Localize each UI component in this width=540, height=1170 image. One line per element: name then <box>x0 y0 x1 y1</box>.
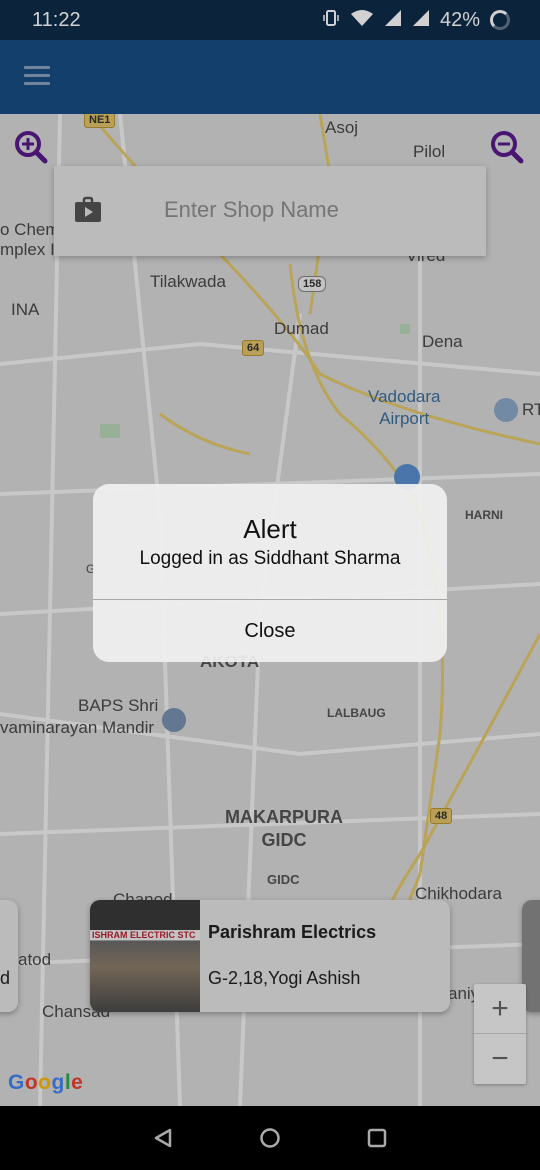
alert-title: Alert <box>243 514 297 544</box>
alert-dialog: Alert Logged in as Siddhant Sharma Close <box>93 484 447 662</box>
system-nav-bar <box>0 1106 540 1170</box>
alert-message: Logged in as Siddhant Sharma <box>139 548 401 569</box>
recents-icon[interactable] <box>357 1118 397 1158</box>
alert-close-button[interactable]: Close <box>93 600 447 662</box>
back-icon[interactable] <box>143 1118 183 1158</box>
home-icon[interactable] <box>250 1118 290 1158</box>
